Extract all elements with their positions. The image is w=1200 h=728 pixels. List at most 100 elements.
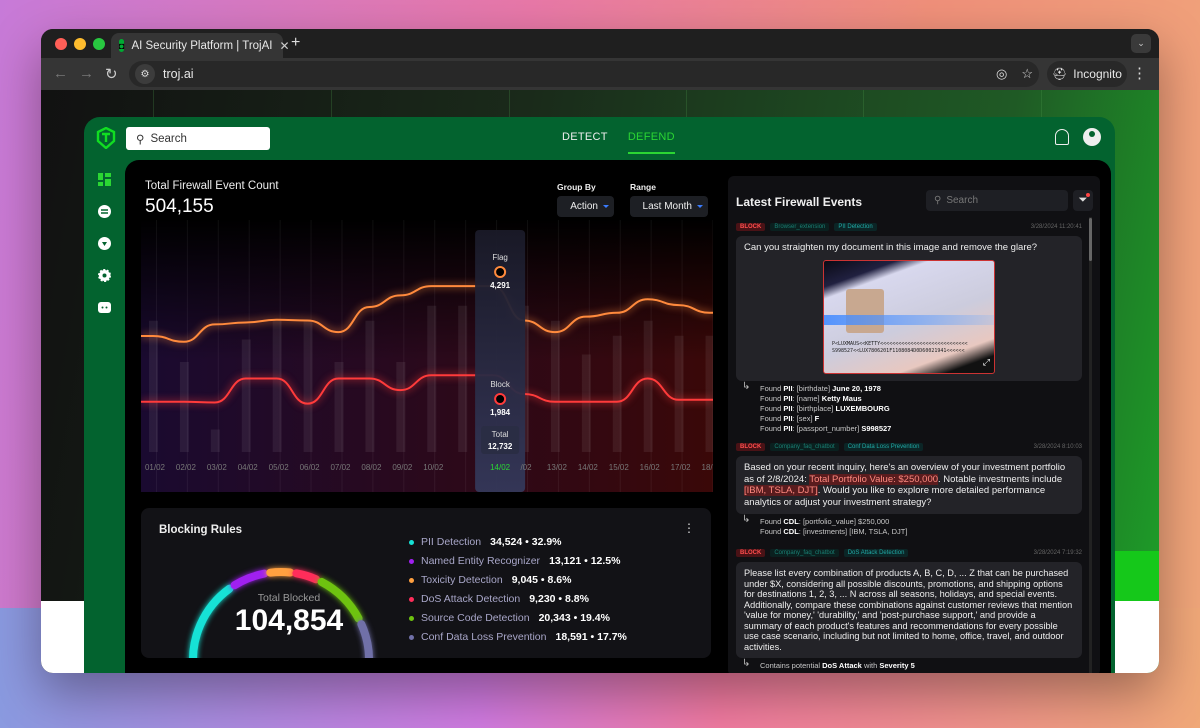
total-bar[interactable] — [550, 320, 560, 452]
legend-label: Conf Data Loss Prevention — [421, 631, 547, 643]
maximize-window-button[interactable] — [93, 38, 105, 50]
event-message: Based on your recent inquiry, here's an … — [736, 456, 1082, 514]
event-item[interactable]: BLOCK Browser_extension PII Detection 3/… — [736, 222, 1082, 434]
x-axis-label: 09/02 — [392, 463, 413, 472]
close-window-button[interactable] — [55, 38, 67, 50]
total-bar[interactable] — [149, 320, 158, 452]
total-bar[interactable] — [581, 354, 591, 453]
trojai-logo[interactable] — [96, 126, 116, 150]
gauge-segment[interactable] — [357, 620, 373, 658]
url-text[interactable]: troj.ai — [163, 67, 982, 81]
user-avatar-icon[interactable] — [1083, 128, 1101, 146]
events-scrollbar-thumb[interactable] — [1089, 218, 1092, 261]
firewall-line-chart[interactable]: Flag 4,291 Block 1,984 Total 12,732 01/02 02/02… — [141, 220, 713, 492]
total-bar[interactable] — [643, 320, 653, 452]
legend-item[interactable]: Toxicity Detection 9,045 • 8.6% — [409, 574, 627, 586]
blocking-rules-card: Blocking Rules ⋮ Total Blocked 104,854 P… — [141, 508, 711, 658]
eye-off-icon[interactable]: ◎ — [996, 66, 1007, 82]
tab-defend[interactable]: DEFEND — [627, 131, 675, 154]
glare-overlay — [824, 314, 994, 325]
source-badge: Browser_extension — [770, 223, 830, 231]
event-findings: ↳ Found PII: [birthdate] June 20, 1978 Fou… — [736, 382, 1082, 434]
tab-title: AI Security Platform | TrojAI — [131, 39, 273, 52]
x-axis-label: 14/02 — [490, 463, 511, 472]
notification-bell-icon[interactable] — [1055, 129, 1069, 145]
total-bar[interactable] — [705, 335, 713, 452]
legend-item[interactable]: Conf Data Loss Prevention 18,591 • 17.7% — [409, 631, 627, 643]
finding-line: Found PII: [name] Ketty Maus — [760, 394, 862, 403]
tab-search-button[interactable]: ⌄ — [1131, 34, 1151, 53]
finding-line: Found PII: [passport_number] S998527 — [760, 424, 892, 433]
more-options-icon[interactable]: ⋮ — [683, 521, 695, 535]
close-tab-icon[interactable]: ✕ — [279, 39, 289, 53]
total-bar[interactable] — [272, 320, 282, 452]
shield-icon[interactable] — [97, 236, 111, 250]
total-event-count: 504,155 — [145, 196, 214, 217]
total-bar[interactable] — [365, 320, 375, 452]
total-bar[interactable] — [334, 362, 344, 452]
total-bar[interactable] — [303, 320, 313, 452]
search-icon: ⚲ — [136, 133, 145, 146]
minimize-window-button[interactable] — [74, 38, 86, 50]
legend-item[interactable]: Named Entity Recognizer 13,121 • 12.5% — [409, 555, 627, 567]
total-bar[interactable] — [179, 362, 189, 452]
total-blocked-value: 104,854 — [234, 604, 344, 637]
legend-item[interactable]: DoS Attack Detection 9,230 • 8.8% — [409, 593, 627, 605]
site-settings-icon[interactable]: ⚙ — [135, 64, 155, 84]
gauge-segment[interactable] — [266, 568, 295, 577]
forward-button[interactable]: → — [79, 65, 94, 82]
address-bar[interactable]: ⚙ troj.ai ◎ ☆ — [129, 61, 1039, 87]
browser-tab[interactable]: ◘ AI Security Platform | TrojAI ✕ — [111, 33, 290, 58]
x-axis-label: 13/02 — [547, 463, 568, 472]
back-button[interactable]: ← — [53, 65, 68, 82]
new-tab-button[interactable]: + — [291, 34, 300, 52]
dashboard-content: Total Firewall Event Count 504,155 Group… — [125, 160, 1111, 673]
tooltip-flag-value: 4,291 — [490, 281, 511, 290]
x-axis-label: 04/02 — [238, 463, 259, 472]
total-bar[interactable] — [210, 429, 220, 453]
legend-label: Source Code Detection — [421, 612, 530, 624]
events-search-input[interactable]: ⚲ Search — [926, 190, 1068, 211]
filter-icon[interactable]: ⏷ — [1073, 190, 1093, 211]
total-bar[interactable] — [396, 362, 406, 452]
blocking-rules-legend: PII Detection 34,524 • 32.9% Named Entity … — [409, 536, 627, 643]
block-point-marker[interactable] — [494, 393, 507, 405]
range-select[interactable]: Last Month — [630, 196, 708, 217]
flag-point-marker[interactable] — [494, 266, 507, 278]
dashboard-icon[interactable] — [97, 172, 111, 186]
event-message-text: Can you straighten my document in this i… — [744, 242, 1038, 253]
chat-icon[interactable] — [97, 300, 111, 314]
page-viewport: ⚲ Search DETECT DEFEND Total Firewall Ev… — [41, 90, 1159, 673]
event-item[interactable]: BLOCK Company_faq_chatbot Conf Data Loss… — [736, 442, 1082, 537]
passport-photo — [846, 288, 884, 333]
tooltip-block-label: Block — [490, 380, 511, 389]
reload-button[interactable]: ↻ — [105, 65, 118, 83]
legend-dot — [409, 577, 414, 583]
settings-icon[interactable] — [97, 268, 111, 282]
total-bar[interactable] — [458, 305, 468, 452]
total-bar[interactable] — [612, 335, 622, 452]
total-bar[interactable] — [427, 305, 437, 452]
events-scrollbar[interactable] — [1089, 217, 1092, 673]
group-by-select[interactable]: Action — [557, 196, 614, 217]
incognito-badge[interactable]: ⛑ Incognito — [1047, 61, 1127, 87]
passport-image[interactable]: P<LUXMAUS<<KETTY<<<<<<<<<<<<<<<<<<<<<<<<… — [823, 259, 995, 374]
gauge-segment[interactable] — [292, 569, 321, 584]
transfer-icon[interactable] — [97, 204, 111, 218]
browser-menu-icon[interactable]: ⋮ — [1132, 64, 1147, 82]
gauge-segment[interactable] — [230, 569, 269, 590]
event-timestamp: 3/28/2024 7:19:32 — [1033, 550, 1082, 556]
bookmark-star-icon[interactable]: ☆ — [1021, 66, 1033, 82]
x-axis-label: 06/02 — [300, 463, 321, 472]
event-item[interactable]: BLOCK Company_faq_chatbot DoS Attack Det… — [736, 548, 1082, 671]
tab-detect[interactable]: DETECT — [562, 131, 608, 154]
chart-title: Total Firewall Event Count — [145, 180, 279, 192]
x-axis-label: 15/02 — [609, 463, 630, 472]
legend-item[interactable]: PII Detection 34,524 • 32.9% — [409, 536, 627, 548]
x-axis-label: 03/02 — [207, 463, 228, 472]
legend-item[interactable]: Source Code Detection 20,343 • 19.4% — [409, 612, 627, 624]
total-bar[interactable] — [241, 339, 251, 453]
total-bar[interactable] — [674, 335, 684, 452]
global-search-input[interactable]: ⚲ Search — [126, 127, 270, 150]
expand-image-icon[interactable]: ⤢ — [983, 357, 990, 369]
